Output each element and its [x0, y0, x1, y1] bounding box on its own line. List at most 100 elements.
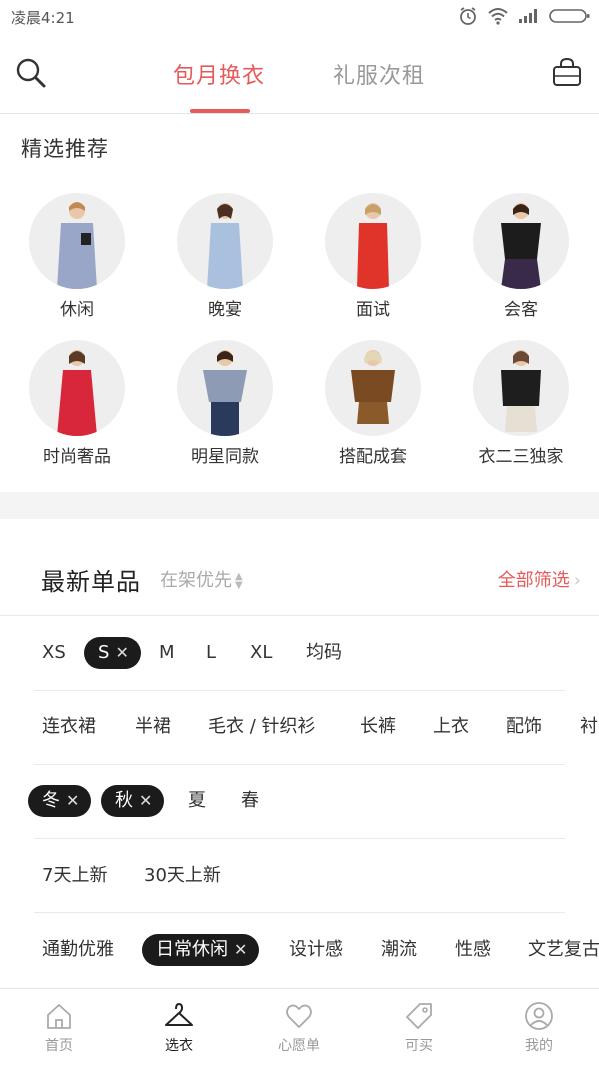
- nav-profile[interactable]: 我的: [499, 1001, 579, 1055]
- all-filters-link[interactable]: 全部筛选 ›: [498, 566, 581, 592]
- size-chip[interactable]: L: [206, 637, 216, 669]
- chip-label: 秋: [115, 790, 133, 811]
- search-icon[interactable]: [14, 56, 48, 90]
- sort-dropdown[interactable]: 在架优先 ▲ ▼: [160, 566, 243, 592]
- category-luxury[interactable]: 时尚奢品: [17, 340, 137, 467]
- nav-label: 选衣: [165, 1038, 193, 1054]
- chip-label: 日常休闲: [156, 939, 228, 960]
- newness-chip[interactable]: 30天上新: [144, 860, 221, 892]
- alarm-icon: [460, 7, 476, 25]
- chevron-right-icon: ›: [573, 570, 581, 591]
- divider: [34, 912, 565, 913]
- season-chip-selected[interactable]: 秋 ✕: [101, 785, 165, 817]
- newness-filter-row: 7天上新 30天上新: [0, 860, 599, 900]
- style-chip[interactable]: 设计感: [289, 934, 343, 966]
- sort-label: 在架优先: [160, 570, 232, 591]
- divider: [34, 690, 565, 691]
- category-label: 面试: [356, 300, 390, 320]
- style-chip[interactable]: 性感: [455, 934, 491, 966]
- category-image: [325, 340, 421, 436]
- status-icons: [458, 6, 591, 26]
- category-label: 衣二三独家: [478, 447, 564, 467]
- category-image: [473, 340, 569, 436]
- size-filter-row: XS S ✕ M L XL 均码: [0, 637, 599, 677]
- remove-icon[interactable]: ✕: [234, 940, 247, 959]
- divider: [0, 615, 599, 616]
- nav-label: 可买: [405, 1038, 433, 1054]
- style-chip[interactable]: 潮流: [381, 934, 417, 966]
- category-image: [473, 193, 569, 289]
- size-chip-selected[interactable]: S ✕: [84, 637, 141, 669]
- top-header: 包月换衣 礼服次租: [0, 36, 599, 114]
- featured-title: 精选推荐: [21, 137, 109, 161]
- heart-icon: [286, 1004, 312, 1028]
- section-divider: [0, 492, 599, 519]
- style-filter-row: 通勤优雅 日常休闲 ✕ 设计感 潮流 性感 文艺复古: [0, 934, 599, 974]
- category-filter-row: 连衣裙 半裙 毛衣 / 针织衫 长裤 上衣 配饰 衬: [0, 711, 599, 751]
- category-meeting[interactable]: 会客: [461, 193, 581, 320]
- user-icon: [525, 1002, 553, 1030]
- category-outfit-set[interactable]: 搭配成套: [313, 340, 433, 467]
- status-bar: 凌晨4:21: [0, 0, 599, 36]
- category-chip[interactable]: 长裤: [360, 711, 396, 743]
- category-chip[interactable]: 配饰: [506, 711, 542, 743]
- home-icon: [47, 1004, 71, 1029]
- remove-icon[interactable]: ✕: [115, 643, 128, 662]
- category-image: [177, 340, 273, 436]
- nav-label: 我的: [525, 1038, 553, 1054]
- category-label: 晚宴: [208, 300, 242, 320]
- category-celebrity[interactable]: 明星同款: [165, 340, 285, 467]
- style-chip[interactable]: 通勤优雅: [42, 934, 114, 966]
- style-chip-selected[interactable]: 日常休闲 ✕: [142, 934, 260, 966]
- category-chip[interactable]: 半裙: [135, 711, 171, 743]
- divider: [34, 764, 565, 765]
- category-chip[interactable]: 毛衣 / 针织衫: [208, 711, 316, 743]
- category-label: 明星同款: [191, 447, 259, 467]
- tab-monthly-rental[interactable]: 包月换衣: [173, 58, 265, 90]
- signal-icon: [519, 9, 537, 23]
- category-chip[interactable]: 上衣: [433, 711, 469, 743]
- category-chip[interactable]: 衬: [580, 711, 598, 743]
- size-chip[interactable]: 均码: [306, 637, 342, 669]
- status-time: 凌晨4:21: [11, 9, 75, 27]
- season-chip[interactable]: 夏: [188, 785, 206, 817]
- nav-wishlist[interactable]: 心愿单: [259, 1001, 339, 1055]
- category-image: [325, 193, 421, 289]
- category-label: 休闲: [60, 300, 94, 320]
- battery-icon: [549, 9, 590, 23]
- category-exclusive[interactable]: 衣二三独家: [461, 340, 581, 467]
- newness-chip[interactable]: 7天上新: [42, 860, 107, 892]
- season-chip-selected[interactable]: 冬 ✕: [28, 785, 92, 817]
- wifi-icon: [488, 8, 508, 25]
- latest-items-title: 最新单品: [41, 568, 141, 596]
- season-chip[interactable]: 春: [241, 785, 259, 817]
- size-chip[interactable]: XS: [42, 637, 66, 669]
- tab-dress-rental[interactable]: 礼服次租: [333, 58, 425, 90]
- remove-icon[interactable]: ✕: [66, 791, 79, 810]
- category-casual[interactable]: 休闲: [17, 193, 137, 320]
- size-chip[interactable]: XL: [250, 637, 272, 669]
- category-image: [177, 193, 273, 289]
- nav-home[interactable]: 首页: [19, 1001, 99, 1055]
- size-chip[interactable]: M: [159, 637, 175, 669]
- style-chip[interactable]: 文艺复古: [528, 934, 599, 966]
- chip-label: S: [98, 642, 110, 663]
- shopping-bag-icon[interactable]: [551, 56, 583, 88]
- category-interview[interactable]: 面试: [313, 193, 433, 320]
- remove-icon[interactable]: ✕: [139, 791, 152, 810]
- nav-choose-clothes[interactable]: 选衣: [139, 1001, 219, 1055]
- season-filter-row: 冬 ✕ 秋 ✕ 夏 春: [0, 785, 599, 825]
- nav-label: 首页: [45, 1038, 73, 1054]
- category-chip[interactable]: 连衣裙: [42, 711, 96, 743]
- divider: [34, 838, 565, 839]
- all-filters-label: 全部筛选: [497, 570, 570, 591]
- category-image: [29, 193, 125, 289]
- category-image: [29, 340, 125, 436]
- category-label: 会客: [504, 300, 538, 320]
- active-tab-indicator: [190, 109, 250, 113]
- hanger-icon: [165, 1003, 193, 1026]
- chip-label: 冬: [42, 790, 60, 811]
- category-evening[interactable]: 晚宴: [165, 193, 285, 320]
- nav-buyable[interactable]: 可买: [379, 1001, 459, 1055]
- price-tag-icon: [406, 1003, 432, 1029]
